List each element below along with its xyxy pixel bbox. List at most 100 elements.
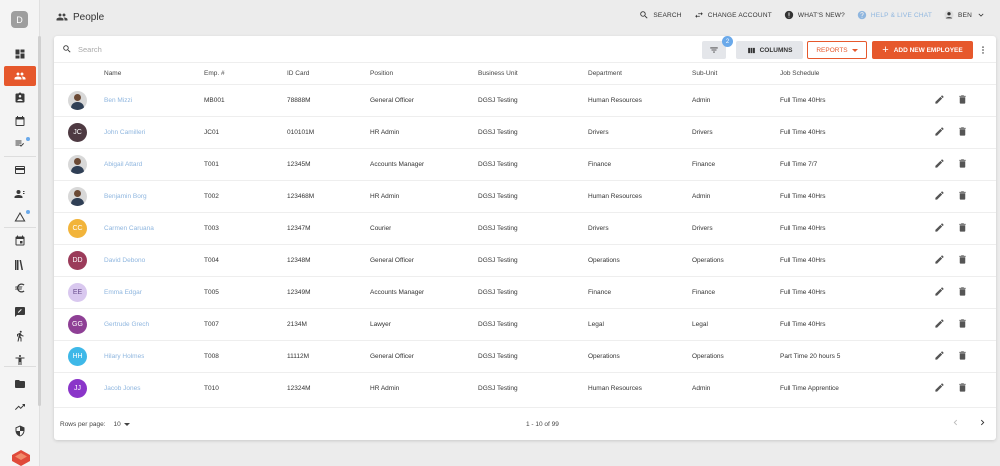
column-header-position[interactable]: Position [370, 70, 393, 77]
rows-per-page-select[interactable]: 10 [114, 421, 130, 428]
cell-sub: Admin [692, 97, 711, 104]
avatar: JC [68, 123, 87, 142]
avatar [68, 155, 87, 174]
pencil-icon [935, 255, 944, 264]
delete-button[interactable] [957, 190, 968, 203]
add-employee-label: ADD NEW EMPLOYEE [893, 46, 963, 54]
page-title-text: People [73, 11, 105, 23]
edit-button[interactable] [934, 94, 945, 107]
book-icon [15, 260, 23, 270]
employee-name-link[interactable]: Abigail Attard [104, 161, 142, 168]
chevron-right-icon [980, 419, 985, 426]
search-icon [63, 45, 71, 53]
edit-button[interactable] [934, 222, 945, 235]
employee-name-link[interactable]: Benjamin Borg [104, 193, 147, 200]
table-row[interactable]: DD David Debono T004 12348M General Officer D… [54, 244, 996, 276]
employee-name-link[interactable]: Gertrude Grech [104, 321, 149, 328]
table-row[interactable]: HH Hilary Holmes T008 11112M General Officer… [54, 340, 996, 372]
employee-name-link[interactable]: Carmen Caruana [104, 225, 154, 232]
table-row[interactable]: Ben Mizzi MB001 78888M General Officer DGSJ … [54, 84, 996, 116]
table-row[interactable]: EE Emma Edgar T005 12349M Accounts Manager DG… [54, 276, 996, 308]
sidebar-item-book[interactable] [4, 255, 36, 275]
column-header-department[interactable]: Department [588, 70, 622, 77]
employee-name-link[interactable]: Hilary Holmes [104, 353, 144, 360]
delete-button[interactable] [957, 222, 968, 235]
column-header-business-unit[interactable]: Business Unit [478, 70, 518, 77]
edit-button[interactable] [934, 126, 945, 139]
edit-button[interactable] [934, 158, 945, 171]
sidebar-item-folder[interactable] [4, 374, 36, 394]
delete-button[interactable] [957, 318, 968, 331]
search-input[interactable] [78, 44, 278, 54]
cell-schedule: Full Time 40Hrs [780, 257, 826, 264]
sidebar-item-run[interactable] [4, 326, 36, 346]
sidebar-scrollbar[interactable] [38, 36, 41, 406]
edit-button[interactable] [934, 190, 945, 203]
cell-dept: Drivers [588, 225, 609, 232]
table-row[interactable]: JC John Camilleri JC01 010101M HR Admin DGSJ … [54, 116, 996, 148]
table-row[interactable]: Abigail Attard T001 12345M Accounts Manager… [54, 148, 996, 180]
delete-button[interactable] [957, 94, 968, 107]
employee-name-link[interactable]: David Debono [104, 257, 145, 264]
sidebar-item-shield[interactable] [4, 421, 36, 441]
sidebar-item-card[interactable] [4, 160, 36, 180]
sidebar-item-accessibility[interactable] [4, 350, 36, 370]
delete-button[interactable] [957, 254, 968, 267]
employee-name-link[interactable]: John Camilleri [104, 129, 145, 136]
employee-name-link[interactable]: Ben Mizzi [104, 97, 132, 104]
delete-button[interactable] [957, 382, 968, 395]
user-switch-icon [14, 190, 25, 198]
edit-button[interactable] [934, 382, 945, 395]
previous-page-button[interactable] [950, 417, 961, 430]
reports-button[interactable]: REPORTS [807, 41, 867, 59]
accessibility-icon [15, 355, 25, 365]
sidebar-item-euro[interactable] [4, 278, 36, 298]
sidebar-item-id-badge[interactable] [4, 88, 36, 108]
user-menu[interactable]: BEN [944, 10, 986, 20]
more-options-button[interactable] [978, 43, 988, 57]
edit-button[interactable] [934, 254, 945, 267]
next-page-button[interactable] [977, 417, 988, 430]
notification-dot [26, 137, 30, 141]
edit-button[interactable] [934, 286, 945, 299]
cell-position: General Officer [370, 353, 414, 360]
whats-new-button[interactable]: WHAT'S NEW? [784, 10, 845, 20]
column-header-emp[interactable]: Emp. # [204, 70, 225, 77]
sidebar-item-calendar[interactable] [4, 111, 36, 131]
employee-name-link[interactable]: Jacob Jones [104, 385, 141, 392]
edit-button[interactable] [934, 318, 945, 331]
search-button[interactable]: SEARCH [639, 10, 681, 20]
column-header-job-schedule[interactable]: Job Schedule [780, 70, 819, 77]
sidebar-item-checklist[interactable] [4, 134, 36, 154]
add-new-employee-button[interactable]: + ADD NEW EMPLOYEE [872, 41, 973, 59]
delete-button[interactable] [957, 158, 968, 171]
table-row[interactable]: CC Carmen Caruana T003 12347M Courier DGSJ Te… [54, 212, 996, 244]
change-account-button[interactable]: CHANGE ACCOUNT [694, 10, 772, 20]
edit-button[interactable] [934, 350, 945, 363]
column-header-sub-unit[interactable]: Sub-Unit [692, 70, 717, 77]
sidebar-item-event[interactable] [4, 231, 36, 251]
rows-per-page-value: 10 [113, 421, 121, 428]
sidebar-item-warning[interactable] [4, 207, 36, 227]
sidebar-item-chat[interactable] [4, 302, 36, 322]
column-header-id-card[interactable]: ID Card [287, 70, 309, 77]
cell-id: 12345M [287, 161, 311, 168]
columns-button[interactable]: COLUMNS [736, 41, 803, 59]
account-logo[interactable]: D [11, 11, 28, 28]
filter-icon [710, 47, 718, 53]
delete-button[interactable] [957, 286, 968, 299]
table-row[interactable]: JJ Jacob Jones T010 12324M HR Admin DGSJ Test… [54, 372, 996, 404]
sidebar-item-dashboard[interactable] [4, 44, 36, 64]
delete-button[interactable] [957, 350, 968, 363]
sidebar-item-user-switch[interactable] [4, 184, 36, 204]
table-row[interactable]: Benjamin Borg T002 123468M HR Admin DGSJ Tes… [54, 180, 996, 212]
avatar-photo-head [74, 94, 81, 101]
sidebar-item-people[interactable] [4, 66, 36, 86]
employee-name-link[interactable]: Emma Edgar [104, 289, 142, 296]
column-header-name[interactable]: Name [104, 70, 121, 77]
table-row[interactable]: GG Gertrude Grech T007 2134M Lawyer DGSJ Test… [54, 308, 996, 340]
help-chat-button[interactable]: HELP & LIVE CHAT [857, 10, 932, 20]
avatar-photo-body [71, 198, 84, 206]
sidebar-item-trending[interactable] [4, 397, 36, 417]
delete-button[interactable] [957, 126, 968, 139]
